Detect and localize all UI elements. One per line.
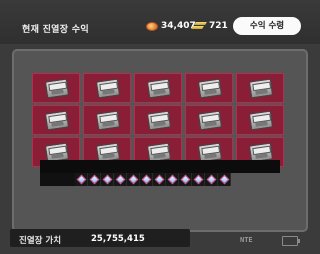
display-case-panel: 현재 진열장 수익 34,407 721 수익 수령 진열장 가치 25,755… — [0, 0, 320, 254]
shelf-slot[interactable] — [32, 73, 80, 103]
page-title: 현재 진열장 수익 — [22, 25, 89, 35]
supply-crate-icon — [146, 110, 172, 131]
shelf-row — [32, 105, 288, 135]
gold-counter: 34,407 — [146, 21, 196, 31]
gem-slot — [218, 173, 231, 186]
gold-bar-counter: 721 — [192, 21, 228, 31]
gold-bar-icon — [192, 22, 206, 30]
empty-shelf-row — [40, 160, 280, 173]
gem-slot — [88, 173, 101, 186]
collect-income-button[interactable]: 수익 수령 — [233, 17, 301, 35]
supply-crate-icon — [95, 110, 121, 131]
shelf-slot[interactable] — [185, 105, 233, 135]
shelf-slot[interactable] — [134, 73, 182, 103]
gem-slot — [166, 173, 179, 186]
gem-slot — [101, 173, 114, 186]
header: 현재 진열장 수익 34,407 721 수익 수령 — [0, 0, 320, 44]
gem-slot — [205, 173, 218, 186]
diamond-icon — [167, 174, 177, 185]
supply-crate-icon — [248, 110, 274, 131]
case-value-label: 진열장 가치 — [19, 236, 62, 246]
diamond-icon — [102, 174, 112, 185]
gem-slot — [114, 173, 127, 186]
gold-coin-icon — [146, 21, 158, 31]
shelf-slot[interactable] — [83, 73, 131, 103]
shelf-slot[interactable] — [236, 105, 284, 135]
diamond-icon — [193, 174, 203, 185]
gold-bar-amount: 721 — [209, 21, 228, 31]
supply-crate-icon — [95, 78, 121, 99]
diamond-icon — [154, 174, 164, 185]
diamond-icon — [128, 174, 138, 185]
shelf-slot[interactable] — [236, 73, 284, 103]
gem-slot — [75, 173, 88, 186]
diamond-icon — [180, 174, 190, 185]
diamond-icon — [206, 174, 216, 185]
gem-row — [40, 173, 280, 186]
gold-amount: 34,407 — [161, 21, 196, 31]
gem-slot — [127, 173, 140, 186]
gem-slot — [192, 173, 205, 186]
shelf-slot[interactable] — [185, 73, 233, 103]
supply-crate-icon — [146, 78, 172, 99]
empty-slot — [40, 173, 75, 186]
diamond-icon — [141, 174, 151, 185]
shelf-slot[interactable] — [83, 105, 131, 135]
supply-crate-icon — [248, 78, 274, 99]
supply-crate-icon — [44, 110, 70, 131]
battery-icon — [282, 236, 300, 246]
diamond-icon — [115, 174, 125, 185]
diamond-icon — [219, 174, 229, 185]
diamond-icon — [76, 174, 86, 185]
shelf-row — [32, 73, 288, 103]
supply-crate-icon — [44, 78, 70, 99]
shelf-slot[interactable] — [134, 105, 182, 135]
supply-crate-icon — [197, 110, 223, 131]
nte-logo: NTE — [240, 236, 253, 244]
gem-slot — [140, 173, 153, 186]
gem-slot — [153, 173, 166, 186]
shelf-slot[interactable] — [32, 105, 80, 135]
case-value-amount: 25,755,415 — [91, 234, 145, 244]
gem-slot — [179, 173, 192, 186]
diamond-icon — [89, 174, 99, 185]
supply-crate-icon — [197, 78, 223, 99]
